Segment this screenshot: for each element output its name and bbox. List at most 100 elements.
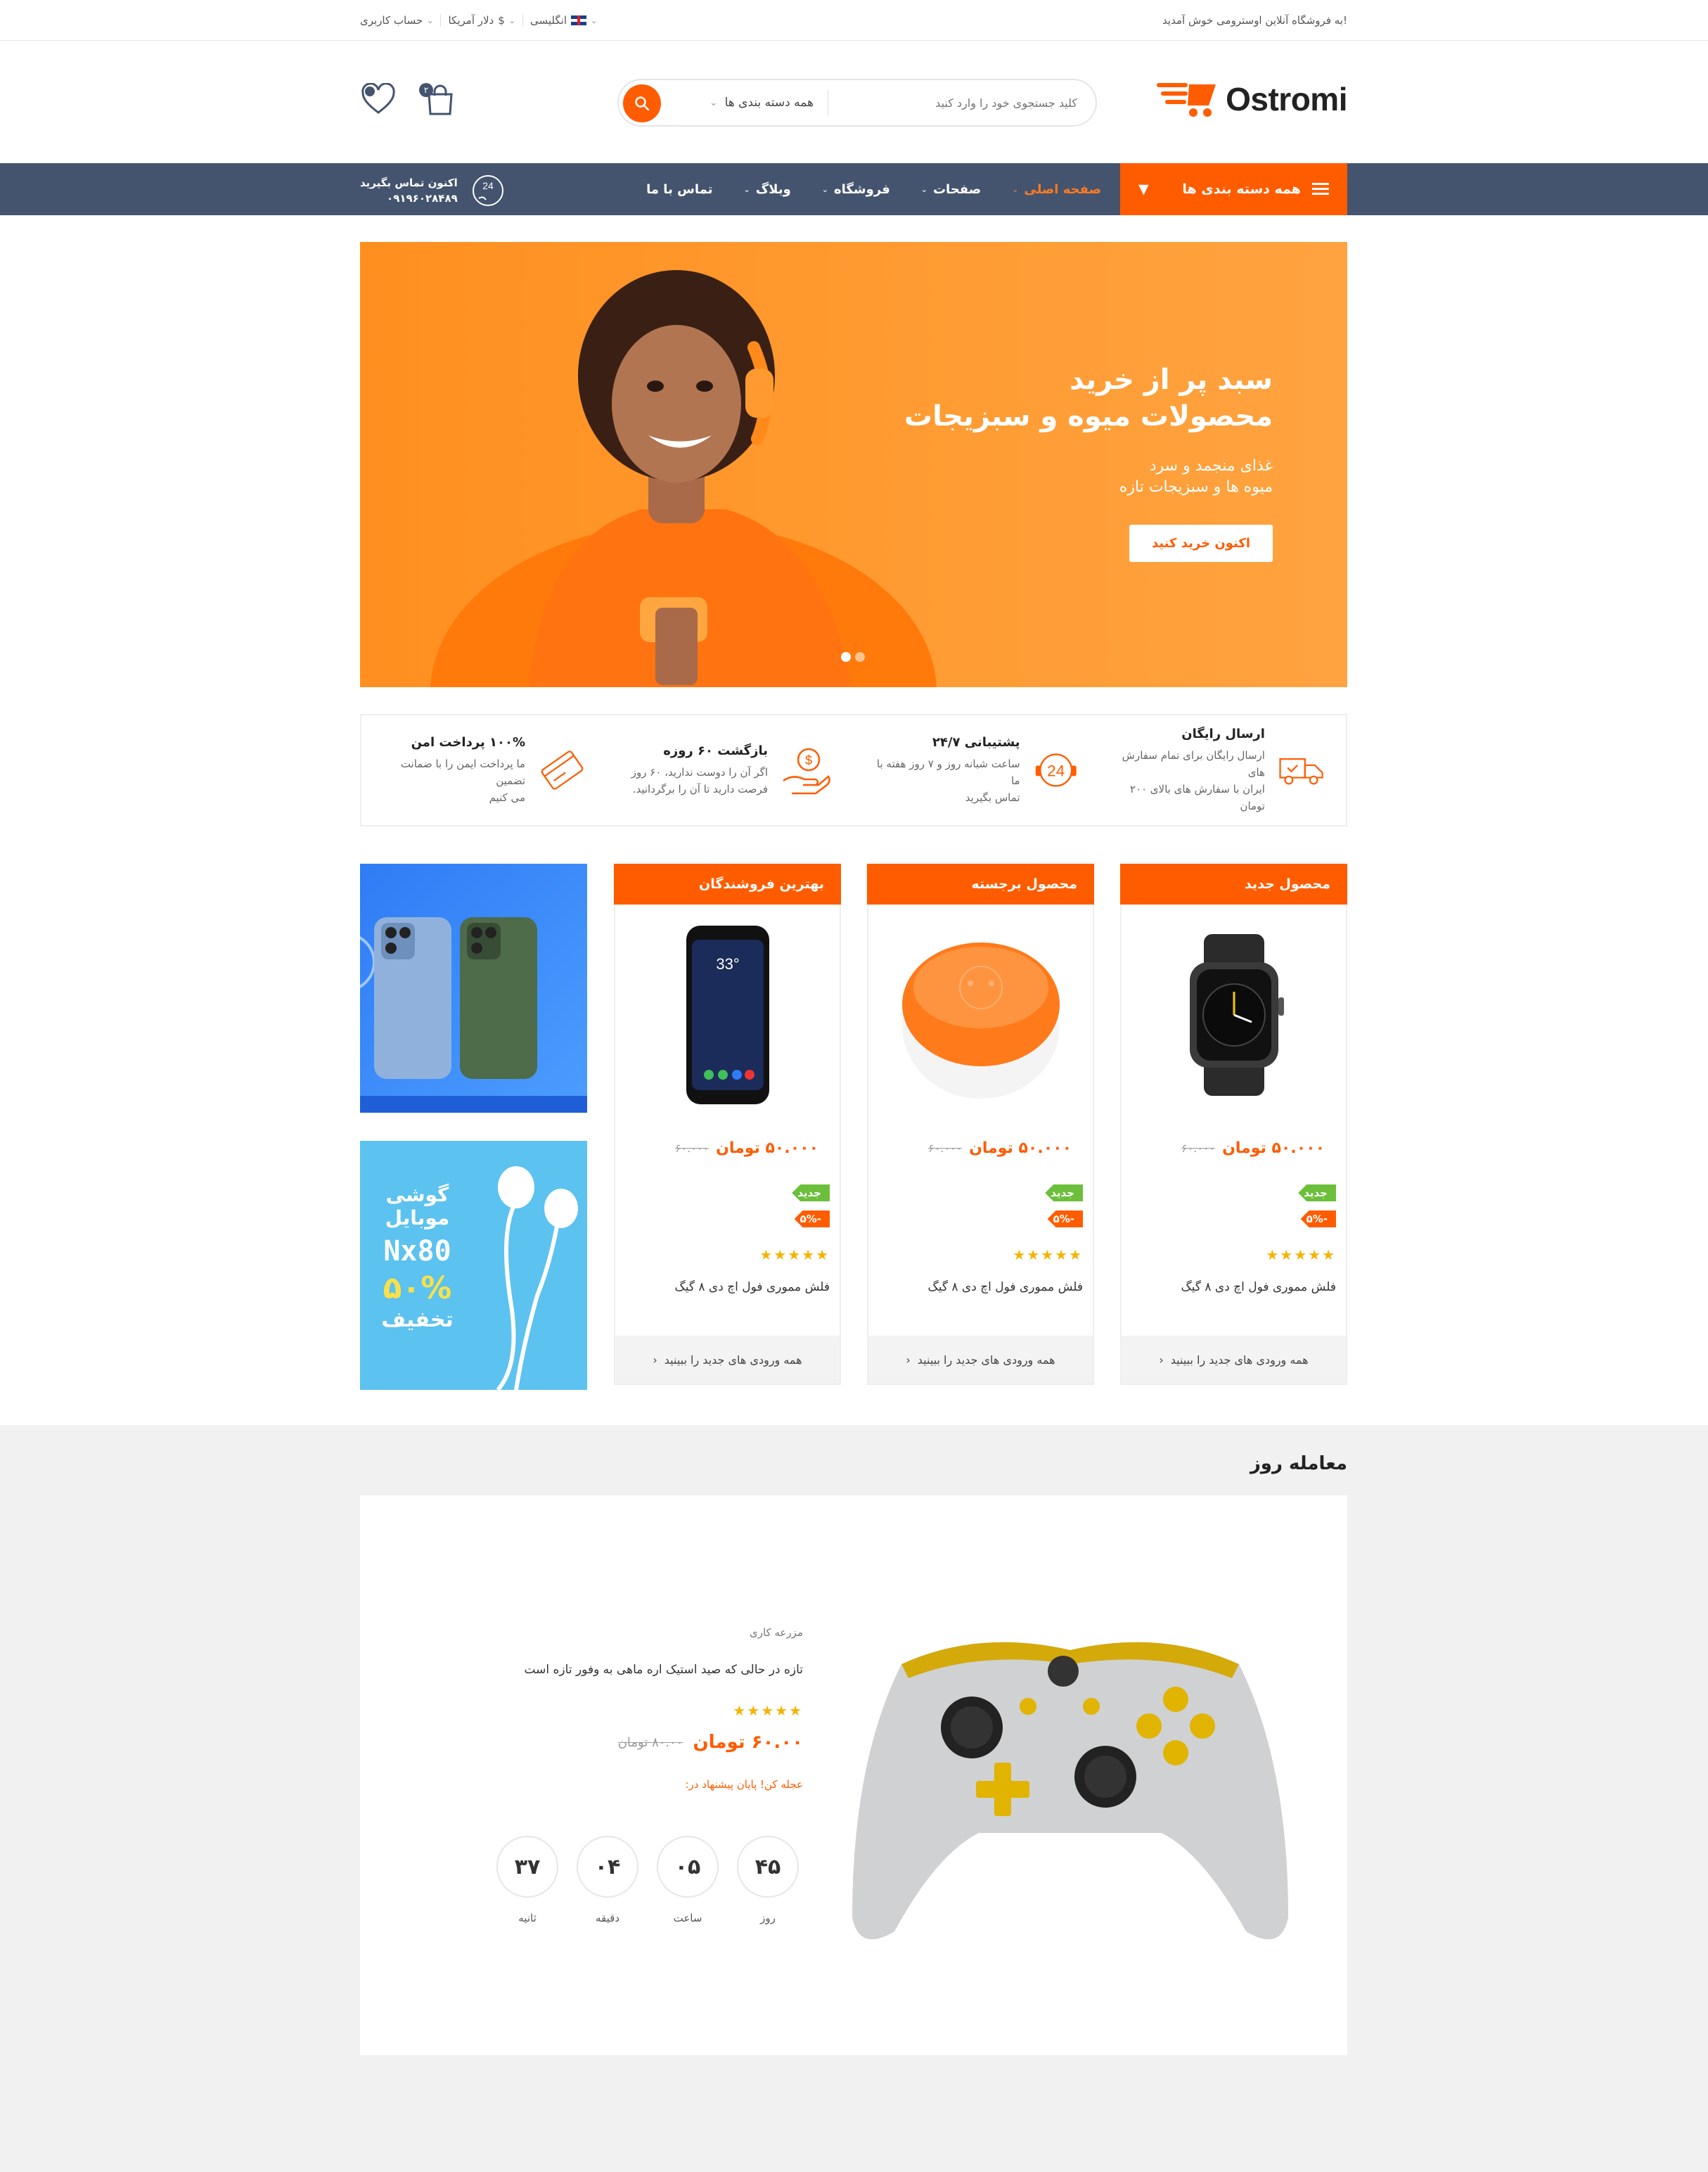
chevron-down-icon: ⌄ — [709, 97, 718, 108]
iphone-promo-banner[interactable] — [360, 864, 587, 1113]
logo[interactable]: Ostromi — [1157, 79, 1347, 120]
search-bar: همه دسته بندی ها ⌄ — [617, 79, 1097, 127]
chevron-left-icon: ‹ — [1159, 1353, 1164, 1367]
product-name[interactable]: فلش مموری فول اچ دی ۸ گیگ — [675, 1280, 830, 1294]
countdown-timer: ۴۵ روز ۰۵ ساعت ۰۴ دقیقه ۳۷ ثانیه — [496, 1836, 799, 1924]
product-name[interactable]: فلش مموری فول اچ دی ۸ گیگ — [1181, 1280, 1337, 1294]
banner-discount-label: تخفیف — [381, 1308, 454, 1332]
chevron-down-icon: ⌄ — [1012, 184, 1019, 194]
money-back-icon: $ — [783, 748, 830, 795]
view-all-link[interactable]: همه ورودی های جدید را ببینید ‹ — [868, 1336, 1093, 1384]
account-menu[interactable]: ⌄ حساب کاربری — [360, 14, 433, 27]
chevron-down-icon: ⌄ — [920, 184, 927, 194]
game-controller-image[interactable] — [838, 1622, 1302, 1974]
search-input[interactable] — [828, 82, 1096, 124]
chevron-down-icon: ⌄ — [427, 15, 434, 25]
header-icons: ۲ — [360, 82, 457, 120]
old-price: ۶۰.۰۰۰ — [928, 1142, 963, 1155]
feature-desc: اگر آن را دوست ندارید، ۶۰ روز — [631, 765, 768, 779]
view-all-label: همه ورودی های جدید را ببینید — [1170, 1353, 1309, 1367]
product-column-bestsellers: بهترین فروشندگان 33° ۵۰.۰۰۰ تومان ۶۰.۰۰۰… — [614, 864, 841, 1385]
discount-tag: -۵% — [1300, 1210, 1336, 1227]
old-price: ۶۰.۰۰۰ — [675, 1142, 709, 1155]
deal-category[interactable]: مزرعه کاری — [480, 1626, 803, 1639]
view-all-link[interactable]: همه ورودی های جدید را ببینید ‹ — [1122, 1336, 1346, 1384]
new-price: ۵۰.۰۰۰ تومان — [716, 1139, 818, 1157]
new-price: ۵۰.۰۰۰ تومان — [969, 1139, 1072, 1157]
cart-button[interactable]: ۲ — [419, 83, 457, 120]
truck-icon — [1279, 758, 1323, 785]
feature-title: ارسال رایگان — [1181, 726, 1265, 741]
nav-item-contact[interactable]: تماس با ما — [646, 182, 712, 197]
earphones-promo-banner[interactable]: گوشی موبایل Nx80 ۵۰% تخفیف — [360, 1141, 587, 1390]
call-us-label: اکنون تماس بگیرید — [360, 177, 458, 189]
hero-text: سبد پر از خرید محصولات میوه و سبزیجات غذ… — [904, 362, 1273, 562]
slider-dots — [841, 652, 865, 662]
banner-model: Nx80 — [383, 1235, 451, 1267]
divider — [440, 14, 442, 27]
wishlist-button[interactable] — [360, 82, 397, 120]
feature-desc: ایران با سفارش های بالای ۲۰۰ تومان — [1129, 782, 1265, 812]
countdown-label: روز — [760, 1912, 776, 1924]
nav-menu: صفحه اصلی ⌄ صفحات ⌄ فروشگاه ⌄ وبلاگ ⌄ تماس ب… — [646, 163, 1101, 215]
nav-item-blog[interactable]: وبلاگ ⌄ — [744, 182, 791, 197]
caret-down-icon: ▼ — [1138, 181, 1149, 197]
slider-dot-active[interactable] — [841, 652, 851, 662]
hero-title-line1: سبد پر از خرید — [1069, 364, 1273, 396]
rating-stars: ★★★★★ — [733, 1702, 803, 1719]
nav-item-label: صفحه اصلی — [1024, 181, 1101, 197]
countdown-days: ۴۵ روز — [737, 1836, 799, 1924]
product-name[interactable]: فلش مموری فول اچ دی ۸ گیگ — [928, 1280, 1084, 1294]
column-heading: محصول برجسته — [867, 864, 1094, 905]
smartwatch-image[interactable] — [1153, 920, 1315, 1110]
countdown-value: ۰۵ — [657, 1836, 719, 1898]
discount-tag: -۵% — [794, 1210, 830, 1227]
shop-now-button[interactable]: اکنون خرید کنید — [1129, 525, 1273, 562]
view-all-link[interactable]: همه ورودی های جدید را ببینید ‹ — [615, 1336, 840, 1384]
language-switcher[interactable]: ⌄ انگلیسی — [530, 14, 597, 27]
chevron-down-icon: ⌄ — [821, 184, 829, 194]
nav-item-label: تماس با ما — [646, 181, 713, 197]
banner-discount: ۵۰% — [383, 1270, 452, 1306]
deal-box: مزرعه کاری تازه در حالی که صید استیک اره… — [360, 1495, 1347, 2055]
new-price: ۵۰.۰۰۰ تومان — [1222, 1139, 1325, 1157]
feature-secure-payment: ۱۰۰% پرداخت امن ما پرداخت ایمن را با ضما… — [361, 715, 608, 825]
features-bar: ارسال رایگان ارسال رایگان برای تمام سفار… — [360, 714, 1347, 826]
search-category-select[interactable]: همه دسته بندی ها ⌄ — [695, 90, 828, 115]
secure-card-icon — [541, 750, 584, 790]
rating-stars: ★★★★★ — [1013, 1246, 1083, 1263]
chevron-down-icon: ⌄ — [591, 15, 598, 25]
nav-item-home[interactable]: صفحه اصلی ⌄ — [1012, 182, 1101, 197]
nav-item-label: فروشگاه — [834, 181, 890, 197]
logo-text: Ostromi — [1226, 81, 1347, 117]
nav-item-pages[interactable]: صفحات ⌄ — [921, 182, 981, 197]
nav-item-shop[interactable]: فروشگاه ⌄ — [822, 182, 890, 197]
hero-title-line2: محصولات میوه و سبزیجات — [904, 400, 1273, 433]
deal-info: مزرعه کاری تازه در حالی که صید استیک اره… — [480, 1626, 803, 1791]
support-24-icon: 24 — [1035, 753, 1077, 787]
chevron-down-icon: ⌄ — [508, 15, 516, 25]
chevron-left-icon: ‹ — [906, 1353, 911, 1367]
feature-text: ۱۰۰% پرداخت امن ما پرداخت ایمن را با ضما… — [383, 735, 525, 806]
new-tag: جدید — [1045, 1184, 1083, 1201]
divider — [522, 14, 524, 27]
call-us[interactable]: 24 اکنون تماس بگیرید ۰۹۱۹۶۰۲۸۴۸۹ — [360, 173, 506, 208]
feature-text: ارسال رایگان ارسال رایگان برای تمام سفار… — [1121, 727, 1265, 814]
language-label: انگلیسی — [530, 14, 567, 27]
smartphone-image[interactable]: 33° — [647, 920, 809, 1110]
deal-section-title: معامله روز — [1250, 1453, 1347, 1474]
hero-slider: سبد پر از خرید محصولات میوه و سبزیجات غذ… — [360, 242, 1347, 687]
hero-subtitle-line1: غذای منجمد و سرد — [1149, 457, 1273, 475]
deal-product-name[interactable]: تازه در حالی که صید استیک اره ماهی به وف… — [480, 1663, 803, 1677]
search-category-label: همه دسته بندی ها — [724, 96, 814, 110]
slider-dot[interactable] — [855, 652, 865, 662]
logo-cart-icon — [1157, 83, 1216, 117]
countdown-value: ۴۵ — [737, 1836, 799, 1898]
speaker-image[interactable] — [900, 920, 1062, 1110]
search-button[interactable] — [623, 84, 661, 122]
old-price: ۶۰.۰۰۰ — [1181, 1142, 1216, 1155]
currency-switcher[interactable]: ⌄ $ دلار آمریکا — [448, 14, 515, 27]
all-categories-button[interactable]: همه دسته بندی ها ▼ — [1120, 163, 1347, 215]
svg-text:24: 24 — [482, 180, 494, 191]
heart-icon — [361, 82, 395, 114]
